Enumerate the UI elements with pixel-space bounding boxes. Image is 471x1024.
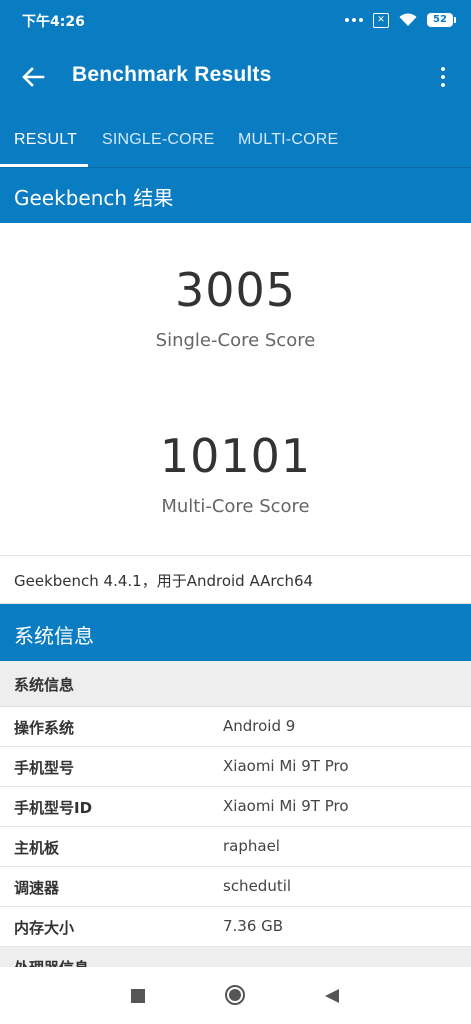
tab-multi-core[interactable]: MULTI-CORE <box>238 112 338 167</box>
list-item: 内存大小 7.36 GB <box>0 907 471 947</box>
nav-back-button[interactable] <box>322 986 342 1006</box>
version-line: Geekbench 4.4.1，用于Android AArch64 <box>0 555 471 604</box>
wifi-icon <box>399 13 417 26</box>
system-subheader-label: 系统信息 <box>14 676 75 694</box>
system-section-header: 系统信息 <box>0 604 471 661</box>
system-info-list: 操作系统 Android 9 手机型号 Xiaomi Mi 9T Pro 手机型… <box>0 707 471 967</box>
list-item: 主机板 raphael <box>0 827 471 867</box>
row-key: 手机型号 <box>14 759 75 777</box>
tab-bar: RESULT SINGLE-CORE MULTI-CORE <box>0 112 471 167</box>
version-text: Geekbench 4.4.1，用于Android AArch64 <box>14 572 314 590</box>
row-value: Xiaomi Mi 9T Pro <box>223 757 349 775</box>
list-item: 调速器 schedutil <box>0 867 471 907</box>
more-options-button[interactable] <box>431 64 455 90</box>
result-section-title: Geekbench 结果 <box>14 186 174 210</box>
battery-icon: 52 <box>427 13 456 27</box>
list-item: 操作系统 Android 9 <box>0 707 471 747</box>
multi-core-label: Multi-Core Score <box>161 496 310 517</box>
row-key: 手机型号ID <box>14 799 93 817</box>
system-subheader: 系统信息 <box>0 661 471 707</box>
single-core-score: 3005 <box>174 263 297 317</box>
row-key: 内存大小 <box>14 919 75 937</box>
status-bar: 下午4:26 ✕ 52 <box>0 0 471 42</box>
processor-subheader-label: 处理器信息 <box>14 957 89 967</box>
result-section-header: Geekbench 结果 <box>0 167 471 223</box>
notification-dots-icon <box>345 18 363 22</box>
page-title: Benchmark Results <box>72 63 272 86</box>
no-sim-icon: ✕ <box>373 12 389 28</box>
app-bar: Benchmark Results <box>0 42 471 112</box>
multi-core-score: 10101 <box>159 429 312 483</box>
list-item: 手机型号 Xiaomi Mi 9T Pro <box>0 747 471 787</box>
navigation-bar <box>0 967 471 1024</box>
row-key: 调速器 <box>14 879 60 897</box>
recents-button[interactable] <box>131 989 145 1003</box>
row-value: Xiaomi Mi 9T Pro <box>223 797 349 815</box>
row-value: Android 9 <box>223 717 296 735</box>
single-core-label: Single-Core Score <box>155 330 316 351</box>
home-button[interactable] <box>224 984 246 1006</box>
more-vert-icon <box>441 67 445 71</box>
arrow-back-icon <box>22 67 45 87</box>
row-key: 主机板 <box>14 839 60 857</box>
list-item: 手机型号ID Xiaomi Mi 9T Pro <box>0 787 471 827</box>
tab-single-core[interactable]: SINGLE-CORE <box>102 112 214 167</box>
row-key: 操作系统 <box>14 719 75 737</box>
back-button[interactable] <box>16 60 50 94</box>
row-value: schedutil <box>223 877 292 895</box>
row-value: 7.36 GB <box>223 917 284 935</box>
status-icons: ✕ 52 <box>345 10 456 30</box>
row-value: raphael <box>223 837 280 855</box>
processor-subheader: 处理器信息 <box>0 947 471 967</box>
tab-result[interactable]: RESULT <box>14 112 77 167</box>
score-card: 3005 Single-Core Score 10101 Multi-Core … <box>0 223 471 555</box>
status-time: 下午4:26 <box>22 14 85 30</box>
system-section-title: 系统信息 <box>14 624 94 648</box>
